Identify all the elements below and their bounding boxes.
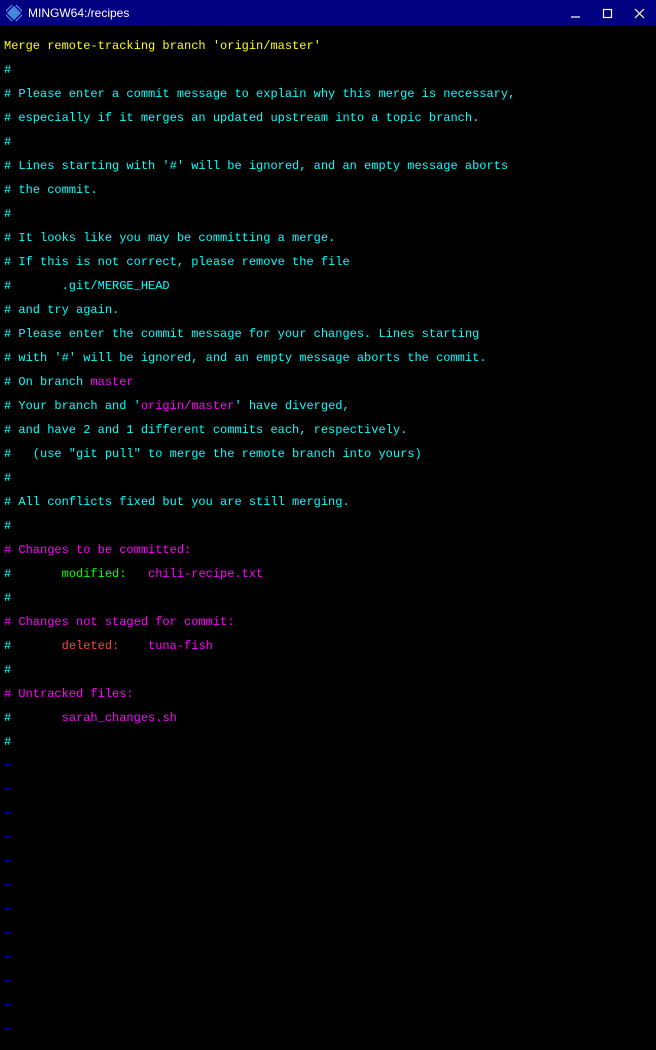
untracked-header: # Untracked files:: [4, 688, 652, 700]
hash: #: [4, 639, 11, 653]
commit-message-text: Merge remote-tracking branch 'origin/mas…: [4, 40, 652, 52]
hash: #: [4, 711, 11, 725]
vim-tilde: ~: [4, 784, 652, 796]
comment-line: # .git/MERGE_HEAD: [4, 280, 652, 292]
vim-tilde: ~: [4, 856, 652, 868]
modified-label: modified:: [11, 567, 148, 581]
diverged-line: # Your branch and 'origin/master' have d…: [4, 400, 652, 412]
indent: [11, 711, 61, 725]
comment-line: #: [4, 208, 652, 220]
untracked-filename: sarah_changes.sh: [62, 711, 177, 725]
comment-line: # If this is not correct, please remove …: [4, 256, 652, 268]
vim-tilde: ~: [4, 880, 652, 892]
deleted-filename: tuna-fish: [148, 639, 213, 653]
comment-line: #: [4, 520, 652, 532]
modified-file-line: # modified: chili-recipe.txt: [4, 568, 652, 580]
vim-tilde: ~: [4, 760, 652, 772]
vim-tilde: ~: [4, 1000, 652, 1012]
div-suffix: ' have diverged,: [234, 399, 349, 413]
branch-line: # On branch master: [4, 376, 652, 388]
comment-line: # Please enter the commit message for yo…: [4, 328, 652, 340]
deleted-file-line: # deleted: tuna-fish: [4, 640, 652, 652]
comment-line: #: [4, 136, 652, 148]
comment-line: # (use "git pull" to merge the remote br…: [4, 448, 652, 460]
minimize-button[interactable]: [568, 6, 582, 20]
branch-name: master: [90, 375, 133, 389]
remote-name: origin/master: [141, 399, 235, 413]
vim-tilde: ~: [4, 904, 652, 916]
untracked-file-line: # sarah_changes.sh: [4, 712, 652, 724]
window-controls: [568, 6, 650, 20]
comment-line: # It looks like you may be committing a …: [4, 232, 652, 244]
comment-line: # Lines starting with '#' will be ignore…: [4, 160, 652, 172]
comment-line: #: [4, 736, 652, 748]
comment-line: #: [4, 64, 652, 76]
comment-line: # and have 2 and 1 different commits eac…: [4, 424, 652, 436]
vim-tilde: ~: [4, 928, 652, 940]
vim-tilde: ~: [4, 976, 652, 988]
titlebar[interactable]: MINGW64:/recipes: [0, 0, 656, 26]
deleted-label: deleted:: [11, 639, 148, 653]
comment-line: # with '#' will be ignored, and an empty…: [4, 352, 652, 364]
close-button[interactable]: [632, 6, 646, 20]
hash: #: [4, 567, 11, 581]
comment-line: #: [4, 472, 652, 484]
not-staged-header: # Changes not staged for commit:: [4, 616, 652, 628]
vim-tilde: ~: [4, 952, 652, 964]
comment-line: # the commit.: [4, 184, 652, 196]
vim-tilde: ~: [4, 1024, 652, 1036]
comment-line: # All conflicts fixed but you are still …: [4, 496, 652, 508]
git-bash-icon: [6, 5, 22, 21]
maximize-button[interactable]: [600, 6, 614, 20]
window-title: MINGW64:/recipes: [28, 6, 568, 20]
modified-filename: chili-recipe.txt: [148, 567, 263, 581]
comment-line: #: [4, 664, 652, 676]
vim-tilde: ~: [4, 832, 652, 844]
comment-line: # and try again.: [4, 304, 652, 316]
comment-line: #: [4, 592, 652, 604]
branch-prefix: # On branch: [4, 375, 90, 389]
vim-tilde: ~: [4, 808, 652, 820]
comment-line: # especially if it merges an updated ups…: [4, 112, 652, 124]
div-prefix: # Your branch and ': [4, 399, 141, 413]
terminal-editor[interactable]: Merge remote-tracking branch 'origin/mas…: [0, 26, 656, 1050]
comment-line: # Please enter a commit message to expla…: [4, 88, 652, 100]
